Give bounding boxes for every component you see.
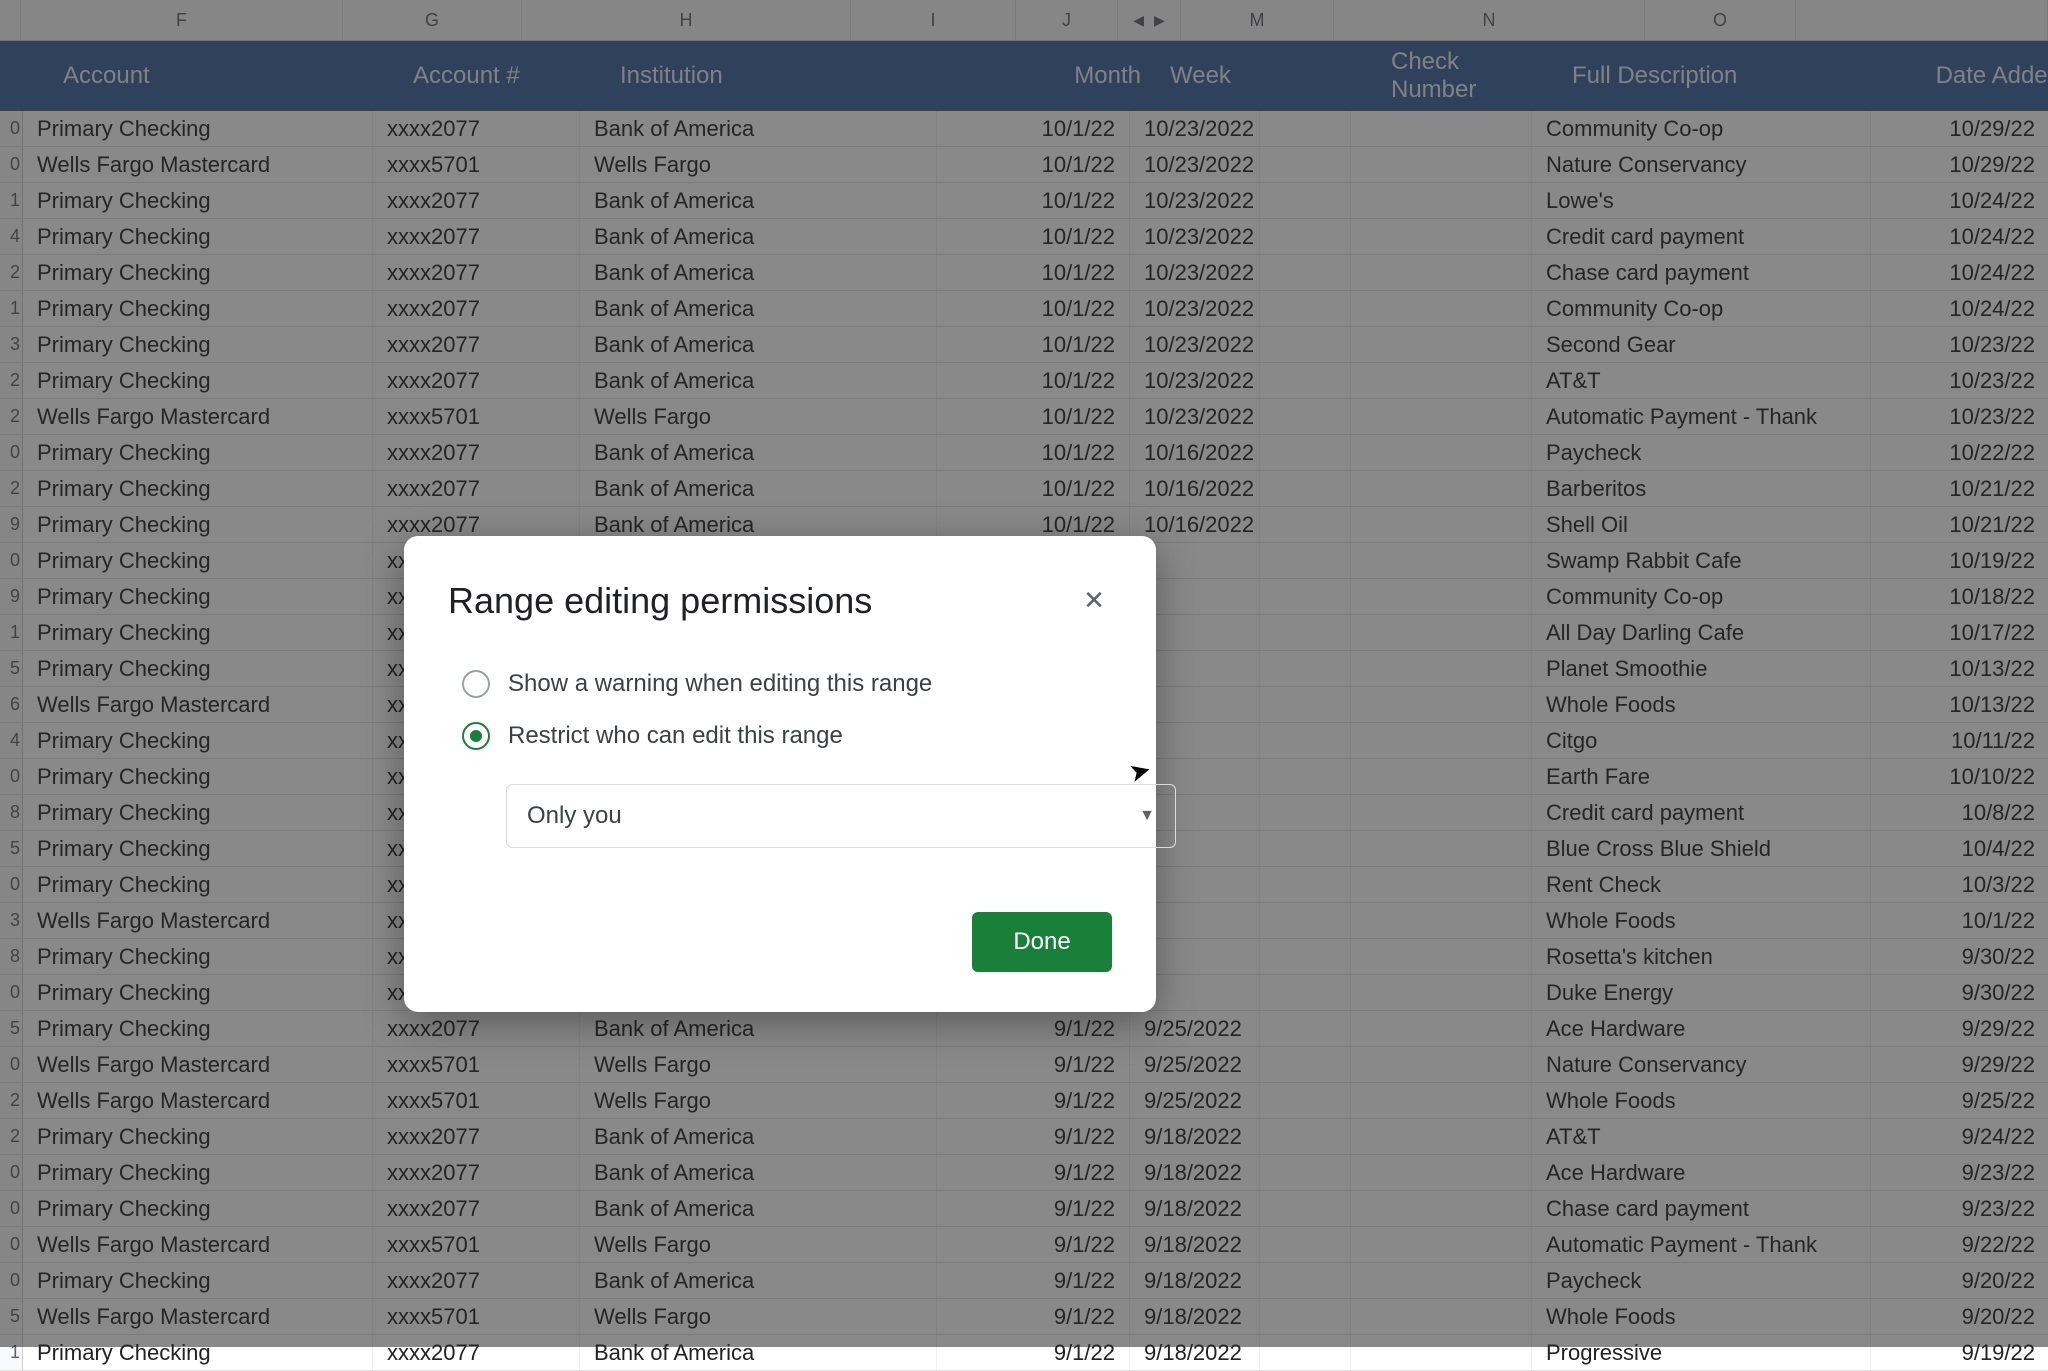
dialog-title: Range editing permissions <box>448 580 1112 622</box>
caret-down-icon: ▼ <box>1139 807 1155 825</box>
option-show-warning[interactable]: Show a warning when editing this range <box>462 658 1112 710</box>
range-permissions-dialog: Range editing permissions ✕ Show a warni… <box>404 536 1156 1012</box>
option-show-warning-label: Show a warning when editing this range <box>508 670 932 698</box>
restrict-select[interactable]: Only you ▼ <box>506 784 1176 848</box>
radio-checked-icon <box>462 722 490 750</box>
radio-unchecked-icon <box>462 670 490 698</box>
option-restrict[interactable]: Restrict who can edit this range <box>462 710 1112 762</box>
close-icon: ✕ <box>1083 585 1105 616</box>
done-button[interactable]: Done <box>972 912 1112 972</box>
close-button[interactable]: ✕ <box>1076 582 1112 618</box>
restrict-select-value: Only you <box>527 802 622 830</box>
option-restrict-label: Restrict who can edit this range <box>508 722 843 750</box>
